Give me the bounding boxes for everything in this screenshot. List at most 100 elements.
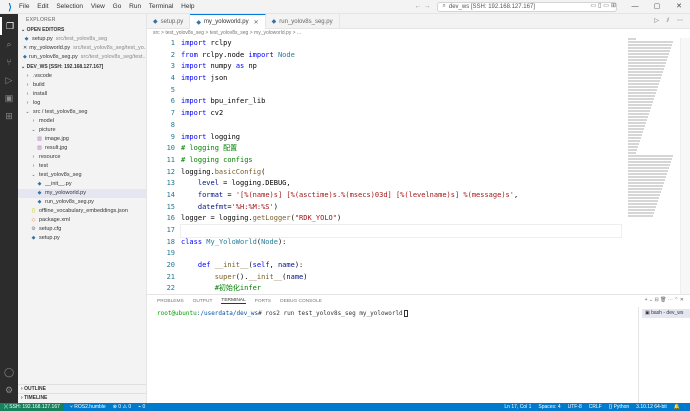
account-icon[interactable]: ◯ [0,363,18,381]
code-line[interactable]: #初始化infer [181,283,621,294]
code-line[interactable] [181,120,621,132]
tree-item[interactable]: ◆ run_yolov8s_seg.py [18,198,146,207]
code-line[interactable]: logger = logging.getLogger("RDK_YOLO") [181,213,621,225]
tab-my-yoloworld-py[interactable]: ◆ my_yoloworld.py ✕ [190,14,266,29]
code-line[interactable]: # logging configs [181,155,621,167]
tree-item[interactable]: ◇ package.xml [18,216,146,225]
code-line[interactable]: from rclpy.node import Node [181,50,621,62]
code-line[interactable]: super().__init__(name) [181,272,621,284]
code-line[interactable]: def __init__(self, name): [181,260,621,272]
remote-indicator[interactable]: ⟩⟨ SSH: 192.168.127.167 [0,403,64,411]
tree-item[interactable]: ◆ __init__.py [18,180,146,189]
search-icon[interactable]: ⌕ [0,35,18,53]
panel-actions-icons[interactable]: + ⌄ ⊟ 🗑 ⋯ ⌃ ✕ [645,297,684,303]
code-line[interactable]: import rclpy [181,38,621,50]
close-icon[interactable]: ✕ [23,44,27,53]
extensions-icon[interactable]: ⊞ [0,107,18,125]
tree-item[interactable]: › test [18,162,146,171]
tree-item[interactable]: ◆ setup.py [18,234,146,243]
tree-item[interactable]: ⌄ picture [18,126,146,135]
editor-scrollbar[interactable] [680,38,690,294]
ports-status[interactable]: ⌁ 0 [138,404,145,410]
tree-item[interactable]: ◆ my_yoloworld.py [18,189,146,198]
tree-item[interactable]: ▨ result.jpg [18,144,146,153]
tree-item[interactable]: › install [18,90,146,99]
open-editor-item[interactable]: ✕ my_yoloworld.py src/test_yolov8s_seg/tes… [18,44,146,53]
panel-tab-terminal[interactable]: TERMINAL [221,298,246,304]
run-debug-icon[interactable]: ▷ [0,71,18,89]
code-editor[interactable]: 1234567891011121314151617181920212223242… [147,38,690,294]
remote-explorer-icon[interactable]: ▣ [0,89,18,107]
code-line[interactable]: logging.basicConfig( [181,167,621,179]
panel-tab-output[interactable]: OUTPUT [193,299,213,304]
code-line[interactable] [181,85,621,97]
menu-selection[interactable]: Selection [56,3,83,10]
code-line[interactable]: # logging 配置 [181,143,621,155]
code-line[interactable]: class My_YoloWorld(Node): [181,237,621,249]
tab-setup-py[interactable]: ◆ setup.py [147,14,191,29]
code-line[interactable]: datefmt='%H:%M:%S') [181,202,621,214]
menu-view[interactable]: View [91,3,105,10]
notifications-icon[interactable]: 🔔 [674,404,680,410]
tree-item[interactable]: ⌄ test_yolov8s_seg [18,171,146,180]
panel-tab-ports[interactable]: PORTS [255,299,271,304]
layout-toggle-icons[interactable]: ▭▯▭⊞ [590,2,618,9]
tree-item[interactable]: {} offline_vocabulary_embeddings.json [18,207,146,216]
tree-item[interactable]: ⚙ setup.cfg [18,225,146,234]
code-line[interactable] [180,224,622,238]
interpreter-status[interactable]: 3.10.12 64-bit [636,404,667,410]
editor-actions-icons[interactable]: ▷ ⫽ ⋯ [654,17,686,25]
open-editor-item[interactable]: ◆ run_yolov8s_seg.py src/test_yolov8s_seg/… [18,53,146,62]
eol-status[interactable]: CRLF [589,404,602,410]
tab-run-yolov8s-seg-py[interactable]: ◆ run_yolov8s_seg.py [266,14,340,29]
breadcrumb[interactable]: src > test_yolov8s_seg > test_yolov8s_se… [147,29,690,38]
close-icon[interactable]: ✕ [668,0,690,14]
tree-item[interactable]: › build [18,81,146,90]
menu-help[interactable]: Help [181,3,194,10]
menu-edit[interactable]: Edit [37,3,48,10]
maximize-icon[interactable]: ▢ [646,0,668,14]
minimap-line [628,107,651,109]
minimap[interactable] [628,38,678,294]
open-editors-section[interactable]: ⌄ OPEN EDITORS [18,26,146,35]
outline-section[interactable]: › OUTLINE [18,384,146,393]
encoding-status[interactable]: UTF-8 [568,404,582,410]
code-line[interactable]: import json [181,73,621,85]
explorer-icon[interactable]: ❐ [0,17,18,35]
open-editor-item[interactable]: ◆ setup.py src/test_yolov8s_seg [18,35,146,44]
branch-status[interactable]: ⑂ ROS2.humble [70,404,106,410]
menu-go[interactable]: Go [113,3,122,10]
panel-tab-problems[interactable]: PROBLEMS [157,299,184,304]
language-status[interactable]: {} Python [609,404,629,410]
problems-status[interactable]: ⊗ 0 ⚠ 0 [113,404,131,410]
close-tab-icon[interactable]: ✕ [254,19,259,26]
code-lines[interactable]: import rclpy from rclpy.node import Node i… [180,38,622,294]
cursor-position[interactable]: Ln 17, Col 1 [504,404,531,410]
code-line[interactable]: import logging [181,132,621,144]
code-line[interactable]: import cv2 [181,108,621,120]
menu-terminal[interactable]: Terminal [149,3,174,10]
source-control-icon[interactable]: ⑂ [0,53,18,71]
code-line[interactable]: level = logging.DEBUG, [181,178,621,190]
menu-file[interactable]: File [19,3,29,10]
code-line[interactable]: import bpu_infer_lib [181,96,621,108]
tree-item[interactable]: › model [18,117,146,126]
timeline-section[interactable]: › TIMELINE [18,393,146,402]
terminal-output[interactable]: root@ubuntu:/userdata/dev_ws# ros2 run t… [157,310,408,317]
nav-back-forward-icon[interactable]: ← → [415,3,431,10]
minimize-icon[interactable]: — [624,0,646,14]
code-line[interactable]: format = '[%(name)s] [%(asctime)s.%(msec… [181,190,621,202]
panel-tab-debug-console[interactable]: DEBUG CONSOLE [280,299,322,304]
tree-item[interactable]: › .vscode [18,72,146,81]
menu-run[interactable]: Run [129,3,141,10]
indent-status[interactable]: Spaces: 4 [538,404,560,410]
code-line[interactable] [181,248,621,260]
gear-icon[interactable]: ⚙ [0,381,18,399]
workspace-section[interactable]: ⌄ DEV_WS [SSH: 192.168.127.167] [18,63,146,72]
tree-item[interactable]: › resource [18,153,146,162]
code-line[interactable]: import numpy as np [181,61,621,73]
tree-item[interactable]: ⌄ src / test_yolov8s_seg [18,108,146,117]
terminal-instance-bash[interactable]: ▣ bash - dev_ws [642,309,690,318]
tree-item[interactable]: ▨ image.jpg [18,135,146,144]
tree-item[interactable]: › log [18,99,146,108]
